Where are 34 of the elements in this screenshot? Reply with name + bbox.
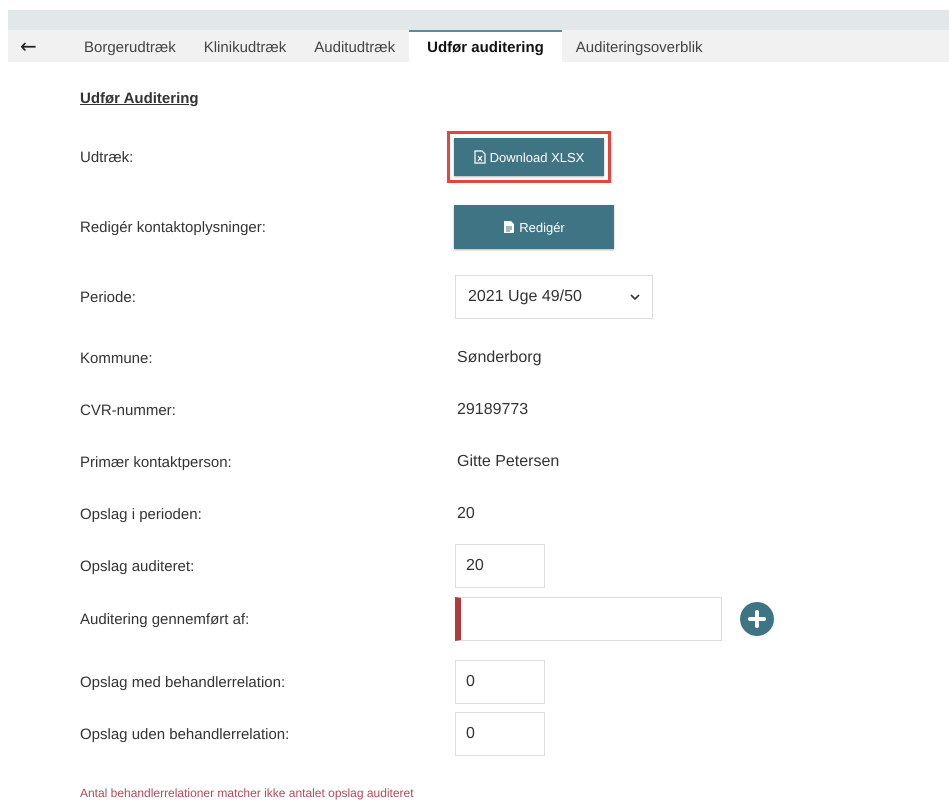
field-label: Periode: — [80, 288, 137, 306]
tab[interactable]: Auditeringsoverblik — [562, 30, 717, 62]
chevron-down-icon — [630, 294, 640, 300]
field-label: CVR-nummer: — [80, 402, 177, 418]
field-value: Sønderborg — [456, 349, 542, 367]
edit-button[interactable]: Redigér — [454, 205, 614, 249]
field-label: Udtræk: — [80, 148, 134, 166]
document-icon — [503, 220, 516, 234]
field-label: Redigér kontaktoplysninger: — [80, 218, 267, 236]
field-value: Gitte Petersen — [456, 453, 560, 471]
period-dropdown[interactable]: 2021 Uge 49/50 — [455, 275, 653, 319]
input-field[interactable]: 0 — [455, 712, 545, 756]
input-field[interactable]: 20 — [455, 544, 545, 588]
field-value: 29189773 — [456, 401, 528, 419]
page-heading: Udfør Auditering — [80, 89, 200, 109]
add-icon[interactable] — [740, 602, 774, 636]
field-label: Opslag med behandlerrelation: — [80, 674, 286, 690]
tab[interactable]: Udfør auditering — [409, 30, 562, 62]
field-label: Auditering gennemført af: — [80, 610, 250, 628]
download-button[interactable]: Download XLSX — [454, 138, 604, 176]
field-label: Opslag auditeret: — [80, 558, 196, 574]
field-value: 20 — [456, 505, 475, 523]
back-button[interactable]: ← — [8, 30, 70, 62]
field-label: Opslag i perioden: — [80, 506, 203, 522]
tab[interactable]: Auditudtræk — [300, 30, 410, 62]
field-label: Kommune: — [80, 350, 154, 366]
input-field[interactable] — [455, 597, 722, 641]
tab[interactable]: Borgerudtræk — [70, 30, 190, 62]
spreadsheet-file-icon — [474, 150, 486, 164]
field-label: Opslag uden behandlerrelation: — [80, 726, 290, 742]
input-field[interactable]: 0 — [455, 660, 545, 704]
field-label: Primær kontaktperson: — [80, 454, 233, 470]
tab[interactable]: Klinikudtræk — [190, 30, 300, 62]
error-message: Antal behandlerrelationer matcher ikke antalet opslag auditeret — [80, 786, 415, 800]
